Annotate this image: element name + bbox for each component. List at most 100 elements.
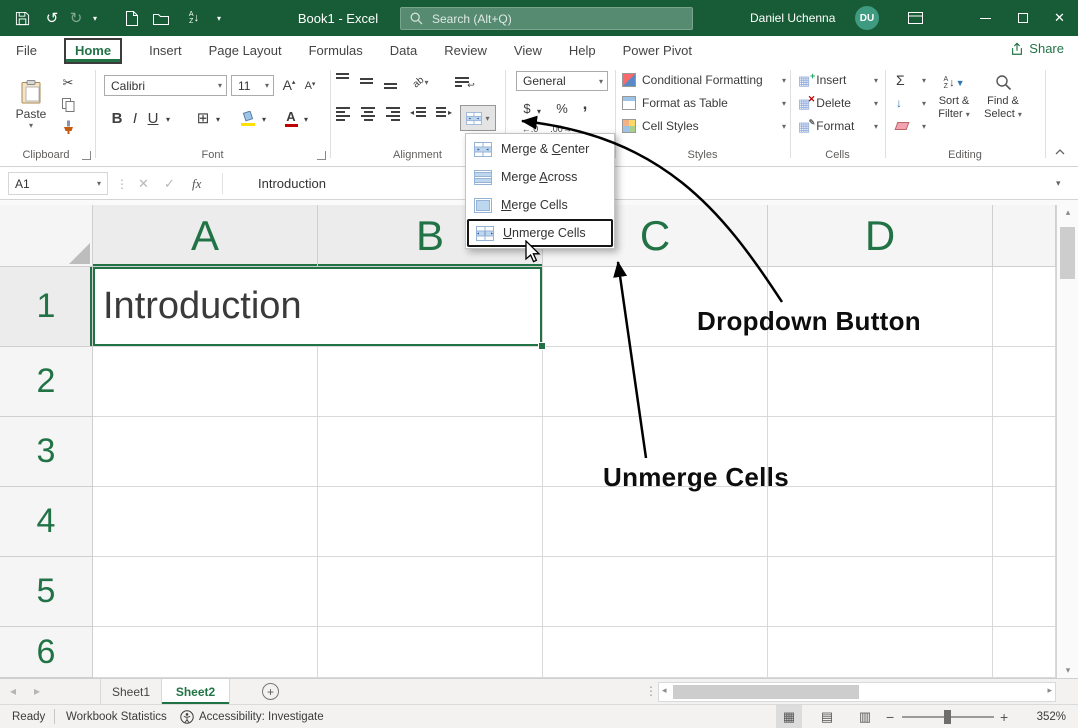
column-header-a[interactable]: A (93, 205, 318, 267)
find-select-button[interactable]: Find & Select ▾ (980, 71, 1026, 135)
tab-formulas[interactable]: Formulas (309, 43, 363, 58)
number-format-combo[interactable]: General▾ (516, 71, 608, 91)
fill-color-button[interactable] (238, 107, 258, 129)
cell-e1[interactable] (993, 267, 1056, 347)
wrap-text-button[interactable]: ↩ (452, 73, 478, 91)
format-painter-button[interactable] (58, 118, 78, 136)
undo-dropdown-caret[interactable]: ▾ (88, 0, 102, 36)
open-button[interactable] (150, 0, 172, 36)
confirm-entry-button[interactable]: ✓ (164, 172, 175, 195)
sheet-tab-sheet2[interactable]: Sheet2 (162, 679, 230, 704)
accounting-caret[interactable]: ▾ (534, 105, 544, 117)
new-file-button[interactable] (120, 0, 142, 36)
row-header-5[interactable]: 5 (0, 557, 93, 627)
align-middle-button[interactable] (360, 73, 375, 89)
ribbon-display-options-button[interactable] (901, 0, 929, 36)
delete-cells-button[interactable]: ▦✕ Delete ▾ (798, 93, 878, 113)
cell-a2[interactable] (93, 347, 318, 417)
orientation-button[interactable]: ab▾ (410, 73, 432, 91)
zoom-out-button[interactable]: − (886, 705, 894, 728)
tab-power-pivot[interactable]: Power Pivot (623, 43, 692, 58)
borders-button[interactable]: ⊞ (194, 107, 212, 129)
bold-button[interactable]: B (108, 107, 126, 129)
scroll-right-arrow[interactable]: ▸ (1047, 685, 1052, 696)
row-header-3[interactable]: 3 (0, 417, 93, 487)
accessibility-button[interactable]: Accessibility: Investigate (180, 705, 324, 728)
avatar[interactable]: DU (855, 6, 879, 30)
font-size-combo[interactable]: 11▾ (231, 75, 274, 96)
zoom-slider-thumb[interactable] (944, 710, 951, 724)
font-color-caret[interactable]: ▾ (300, 113, 312, 125)
cell-a4[interactable] (93, 487, 318, 557)
add-sheet-button[interactable]: + (262, 683, 279, 700)
paste-button[interactable]: Paste ▾ (8, 70, 54, 140)
scroll-up-arrow[interactable]: ▴ (1057, 207, 1078, 218)
insert-cells-button[interactable]: ▦+ Insert ▾ (798, 70, 878, 90)
cell-d3[interactable] (768, 417, 993, 487)
cell-e5[interactable] (993, 557, 1056, 627)
horizontal-scrollbar[interactable]: ◂ ▸ (658, 682, 1056, 702)
cell-e6[interactable] (993, 627, 1056, 678)
normal-view-button[interactable]: ▦ (776, 705, 802, 728)
clipboard-dialog-launcher[interactable] (82, 151, 91, 160)
row-header-1[interactable]: 1 (0, 267, 93, 347)
save-button[interactable] (10, 0, 34, 36)
close-button[interactable]: ✕ (1041, 0, 1078, 36)
align-bottom-button[interactable] (384, 73, 399, 89)
workbook-statistics-button[interactable]: Workbook Statistics (66, 705, 167, 728)
vertical-scroll-thumb[interactable] (1060, 227, 1075, 279)
redo-button[interactable]: ↻ (66, 0, 86, 36)
name-box[interactable]: A1 ▾ (8, 172, 108, 195)
align-left-button[interactable] (336, 107, 352, 121)
row-header-6[interactable]: 6 (0, 627, 93, 678)
merge-and-center-button[interactable]: ▾ (460, 105, 496, 131)
italic-button[interactable]: I (128, 107, 142, 129)
tab-view[interactable]: View (514, 43, 542, 58)
increase-font-button[interactable]: A▴ (279, 75, 299, 95)
column-header-d[interactable]: D (768, 205, 993, 267)
quick-access-caret[interactable]: ▾ (212, 0, 226, 36)
format-as-table-button[interactable]: Format as Table ▾ (622, 93, 786, 113)
fill-color-caret[interactable]: ▾ (258, 113, 270, 125)
format-cells-button[interactable]: ▦✎ Format ▾ (798, 116, 878, 136)
decrease-font-button[interactable]: A▾ (301, 77, 319, 95)
sheet-tab-sheet1[interactable]: Sheet1 (100, 679, 162, 704)
sheet-nav-left[interactable]: ◂ (10, 679, 16, 702)
tab-splitter[interactable]: ⋮ (645, 679, 657, 702)
sheet-nav-right[interactable]: ▸ (34, 679, 40, 702)
cut-button[interactable]: ✂ (58, 74, 78, 92)
font-dialog-launcher[interactable] (317, 151, 326, 160)
cell-b5[interactable] (318, 557, 543, 627)
cell-d6[interactable] (768, 627, 993, 678)
cancel-entry-button[interactable]: ✕ (138, 172, 149, 195)
cell-a3[interactable] (93, 417, 318, 487)
menu-item-merge-cells[interactable]: Merge Cells (467, 191, 613, 219)
sort-az-button[interactable]: AZ↓ (180, 0, 208, 36)
percent-style-button[interactable]: % (554, 99, 570, 117)
cell-c2[interactable] (543, 347, 768, 417)
tab-insert[interactable]: Insert (149, 43, 182, 58)
tab-help[interactable]: Help (569, 43, 596, 58)
search-box[interactable]: Search (Alt+Q) (400, 7, 693, 30)
collapse-ribbon-button[interactable] (1052, 144, 1068, 158)
cell-c6[interactable] (543, 627, 768, 678)
row-header-2[interactable]: 2 (0, 347, 93, 417)
minimize-button[interactable] (967, 0, 1004, 36)
tab-home[interactable]: Home (64, 38, 122, 64)
formula-bar-splitter[interactable]: ⋮ (116, 172, 128, 195)
menu-item-merge-across[interactable]: Merge Across (467, 163, 613, 191)
clear-button[interactable]: ▾ (896, 116, 926, 136)
cell-c4[interactable] (543, 487, 768, 557)
undo-button[interactable]: ↺ (42, 0, 62, 36)
cell-a5[interactable] (93, 557, 318, 627)
cell-a1-merged[interactable]: Introduction (93, 267, 543, 347)
cell-d5[interactable] (768, 557, 993, 627)
tab-review[interactable]: Review (444, 43, 487, 58)
comma-style-button[interactable]: , (578, 95, 592, 113)
font-name-combo[interactable]: Calibri▾ (104, 75, 227, 96)
fill-handle[interactable] (538, 342, 546, 350)
cell-c5[interactable] (543, 557, 768, 627)
align-center-button[interactable] (360, 107, 376, 121)
underline-button[interactable]: U (145, 107, 161, 129)
tab-page-layout[interactable]: Page Layout (209, 43, 282, 58)
